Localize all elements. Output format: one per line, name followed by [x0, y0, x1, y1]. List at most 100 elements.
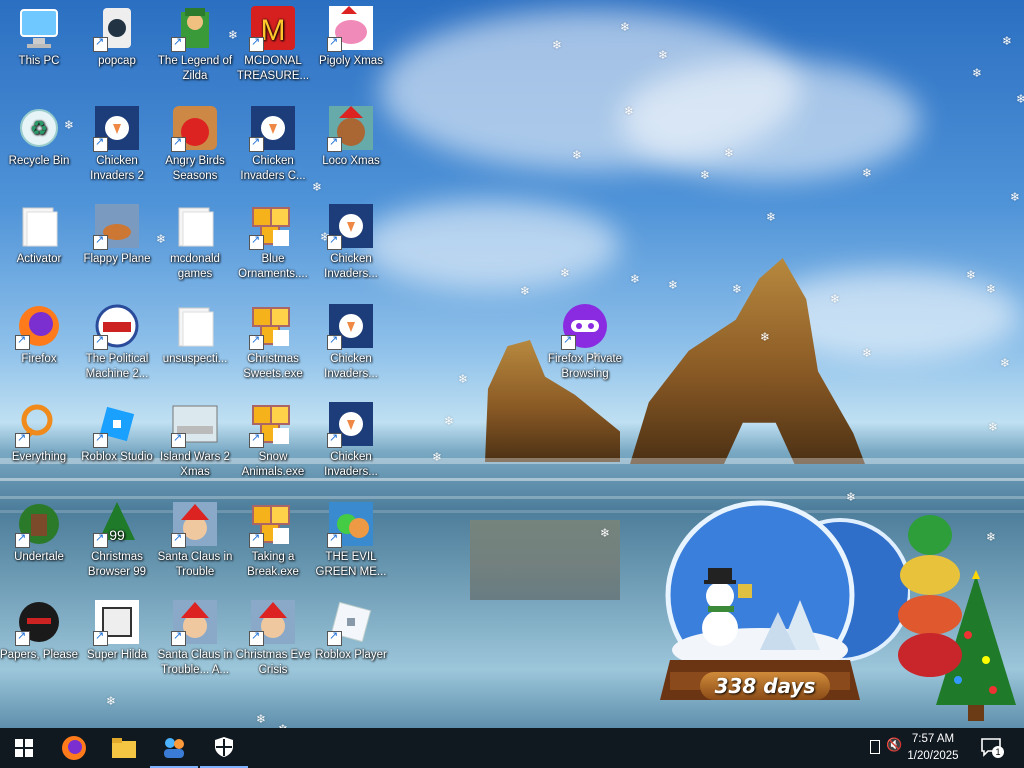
desktop-icon-label: Blue Ornaments....: [238, 253, 308, 280]
system-clock[interactable]: 7:57 AM 1/20/2025: [898, 731, 968, 765]
chicken-invaders-icon: [327, 302, 375, 350]
desktop-icon[interactable]: Flappy Plane: [78, 202, 156, 267]
shortcut-arrow-icon: [15, 431, 30, 448]
shortcut-arrow-icon: [93, 233, 108, 250]
desktop-icon[interactable]: unsuspecti...: [156, 302, 234, 367]
desktop-icon[interactable]: Snow Animals.exe: [234, 400, 312, 480]
snowflake-icon: ❄: [972, 66, 983, 80]
snowflake-icon: ❄: [624, 104, 635, 118]
desktop-icon[interactable]: Firefox: [0, 302, 78, 367]
desktop-icon[interactable]: Taking a Break.exe: [234, 500, 312, 580]
desktop-icon-label: Chicken Invaders...: [324, 353, 378, 380]
shortcut-arrow-icon: [327, 629, 342, 646]
desktop-icon-label: The Legend of Zilda: [157, 55, 233, 82]
desktop-icon[interactable]: Christmas Sweets.exe: [234, 302, 312, 382]
snowflake-icon: ❄: [766, 210, 777, 224]
desktop-icon-label: Christmas Eve Crisis: [235, 649, 311, 676]
undertale-icon: [15, 500, 63, 548]
taskbar-file-explorer[interactable]: [100, 728, 148, 768]
countdown-days-label: 338 days: [700, 672, 830, 700]
desktop-background[interactable]: ❄❄❄❄❄❄❄❄❄❄❄❄❄❄❄❄❄❄❄❄❄❄❄❄❄❄❄❄❄❄❄❄❄❄❄❄❄❄❄❄…: [0, 0, 1024, 728]
rock-reflection: [470, 520, 620, 600]
desktop-icon[interactable]: 99 Christmas Browser 99: [78, 500, 156, 580]
desktop-icon[interactable]: Chicken Invaders C...: [234, 104, 312, 184]
pigoly-icon: [327, 4, 375, 52]
desktop-icon[interactable]: The Political Machine 2...: [78, 302, 156, 382]
taskbar-firefox[interactable]: [50, 728, 98, 768]
desktop-icon[interactable]: The Legend of Zilda: [156, 4, 234, 84]
desktop-icon[interactable]: Santa Claus in Trouble: [156, 500, 234, 580]
people-icon: [164, 738, 184, 758]
desktop-icon[interactable]: Loco Xmas: [312, 104, 390, 169]
shortcut-arrow-icon: [249, 431, 264, 448]
notification-count-badge: 1: [992, 746, 1004, 758]
taskbar-security[interactable]: [200, 728, 248, 768]
snowflake-icon: ❄: [312, 180, 323, 194]
snowflake-icon: ❄: [862, 346, 873, 360]
desktop-icon[interactable]: Chicken Invaders...: [312, 400, 390, 480]
desktop-icon-label: Island Wars 2 Xmas: [160, 451, 230, 478]
desktop-icon[interactable]: Firefox Private Browsing: [546, 302, 624, 382]
shortcut-arrow-icon: [327, 431, 342, 448]
roblox-studio-icon: [93, 400, 141, 448]
desktop-icon[interactable]: Papers, Please: [0, 598, 78, 663]
snowflake-icon: ❄: [1010, 190, 1021, 204]
desktop-icon[interactable]: This PC: [0, 4, 78, 69]
desktop-icon[interactable]: Island Wars 2 Xmas: [156, 400, 234, 480]
desktop-icon-label: Firefox: [21, 353, 57, 365]
desktop-icon-label: mcdonald games: [170, 253, 220, 280]
network-icon[interactable]: [870, 740, 880, 754]
chicken-invaders-icon: [249, 104, 297, 152]
snowflake-icon: ❄: [986, 282, 997, 296]
snowflake-icon: ❄: [760, 330, 771, 344]
svg-text:♻: ♻: [30, 116, 48, 140]
svg-text:M: M: [261, 14, 286, 47]
desktop-icon[interactable]: popcap: [78, 4, 156, 69]
desktop-icon[interactable]: THE EVIL GREEN ME...: [312, 500, 390, 580]
desktop-icon[interactable]: Everything: [0, 400, 78, 465]
snowflake-icon: ❄: [444, 414, 455, 428]
start-button[interactable]: [0, 728, 48, 768]
shield-icon: [215, 737, 233, 757]
snowflake-icon: ❄: [1000, 356, 1011, 370]
desktop-icon[interactable]: Chicken Invaders...: [312, 302, 390, 382]
flappy-plane-icon: [93, 202, 141, 250]
desktop-icon-label: Firefox Private Browsing: [547, 353, 623, 380]
shortcut-arrow-icon: [249, 333, 264, 350]
desktop-icon[interactable]: Pigoly Xmas: [312, 4, 390, 69]
snowflake-icon: ❄: [106, 694, 117, 708]
desktop-icon-label: Loco Xmas: [322, 155, 380, 167]
snowflake-icon: ❄: [986, 530, 997, 544]
clock-date: 1/20/2025: [907, 750, 959, 762]
desktop-icon-label: Pigoly Xmas: [319, 55, 383, 67]
taskbar-app-people[interactable]: [150, 728, 198, 768]
desktop-icon[interactable]: Roblox Studio: [78, 400, 156, 465]
puzzle-icon: [249, 202, 297, 250]
shortcut-arrow-icon: [171, 629, 186, 646]
desktop-icon[interactable]: Blue Ornaments....: [234, 202, 312, 282]
desktop-icon[interactable]: mcdonald games: [156, 202, 234, 282]
folder-icon: [15, 202, 63, 250]
desktop-icon-label: Flappy Plane: [83, 253, 151, 265]
snowflake-icon: ❄: [560, 266, 571, 280]
desktop-icon[interactable]: Roblox Player: [312, 598, 390, 663]
desktop-icon-label: Chicken Invaders...: [324, 253, 378, 280]
desktop-icon[interactable]: Santa Claus in Trouble... A...: [156, 598, 234, 678]
snowflake-icon: ❄: [830, 292, 841, 306]
santa-icon: [249, 598, 297, 646]
desktop-icon[interactable]: Chicken Invaders...: [312, 202, 390, 282]
snowflake-icon: ❄: [668, 278, 679, 292]
desktop-icon[interactable]: Undertale: [0, 500, 78, 565]
action-center-button[interactable]: 1: [980, 736, 1004, 760]
snowflake-icon: ❄: [988, 420, 999, 434]
desktop-icon[interactable]: Angry Birds Seasons: [156, 104, 234, 184]
snowflake-icon: ❄: [1002, 34, 1013, 48]
shortcut-arrow-icon: [171, 35, 186, 52]
desktop-icon[interactable]: ♻ Recycle Bin: [0, 104, 78, 169]
desktop-icon[interactable]: Chicken Invaders 2: [78, 104, 156, 184]
desktop-icon[interactable]: Activator: [0, 202, 78, 267]
desktop-icon[interactable]: M MCDONAL TREASURE...: [234, 4, 312, 84]
desktop-icon[interactable]: Christmas Eve Crisis: [234, 598, 312, 678]
desktop-icon[interactable]: Super Hilda: [78, 598, 156, 663]
desktop-icon-label: Christmas Sweets.exe: [243, 353, 303, 380]
